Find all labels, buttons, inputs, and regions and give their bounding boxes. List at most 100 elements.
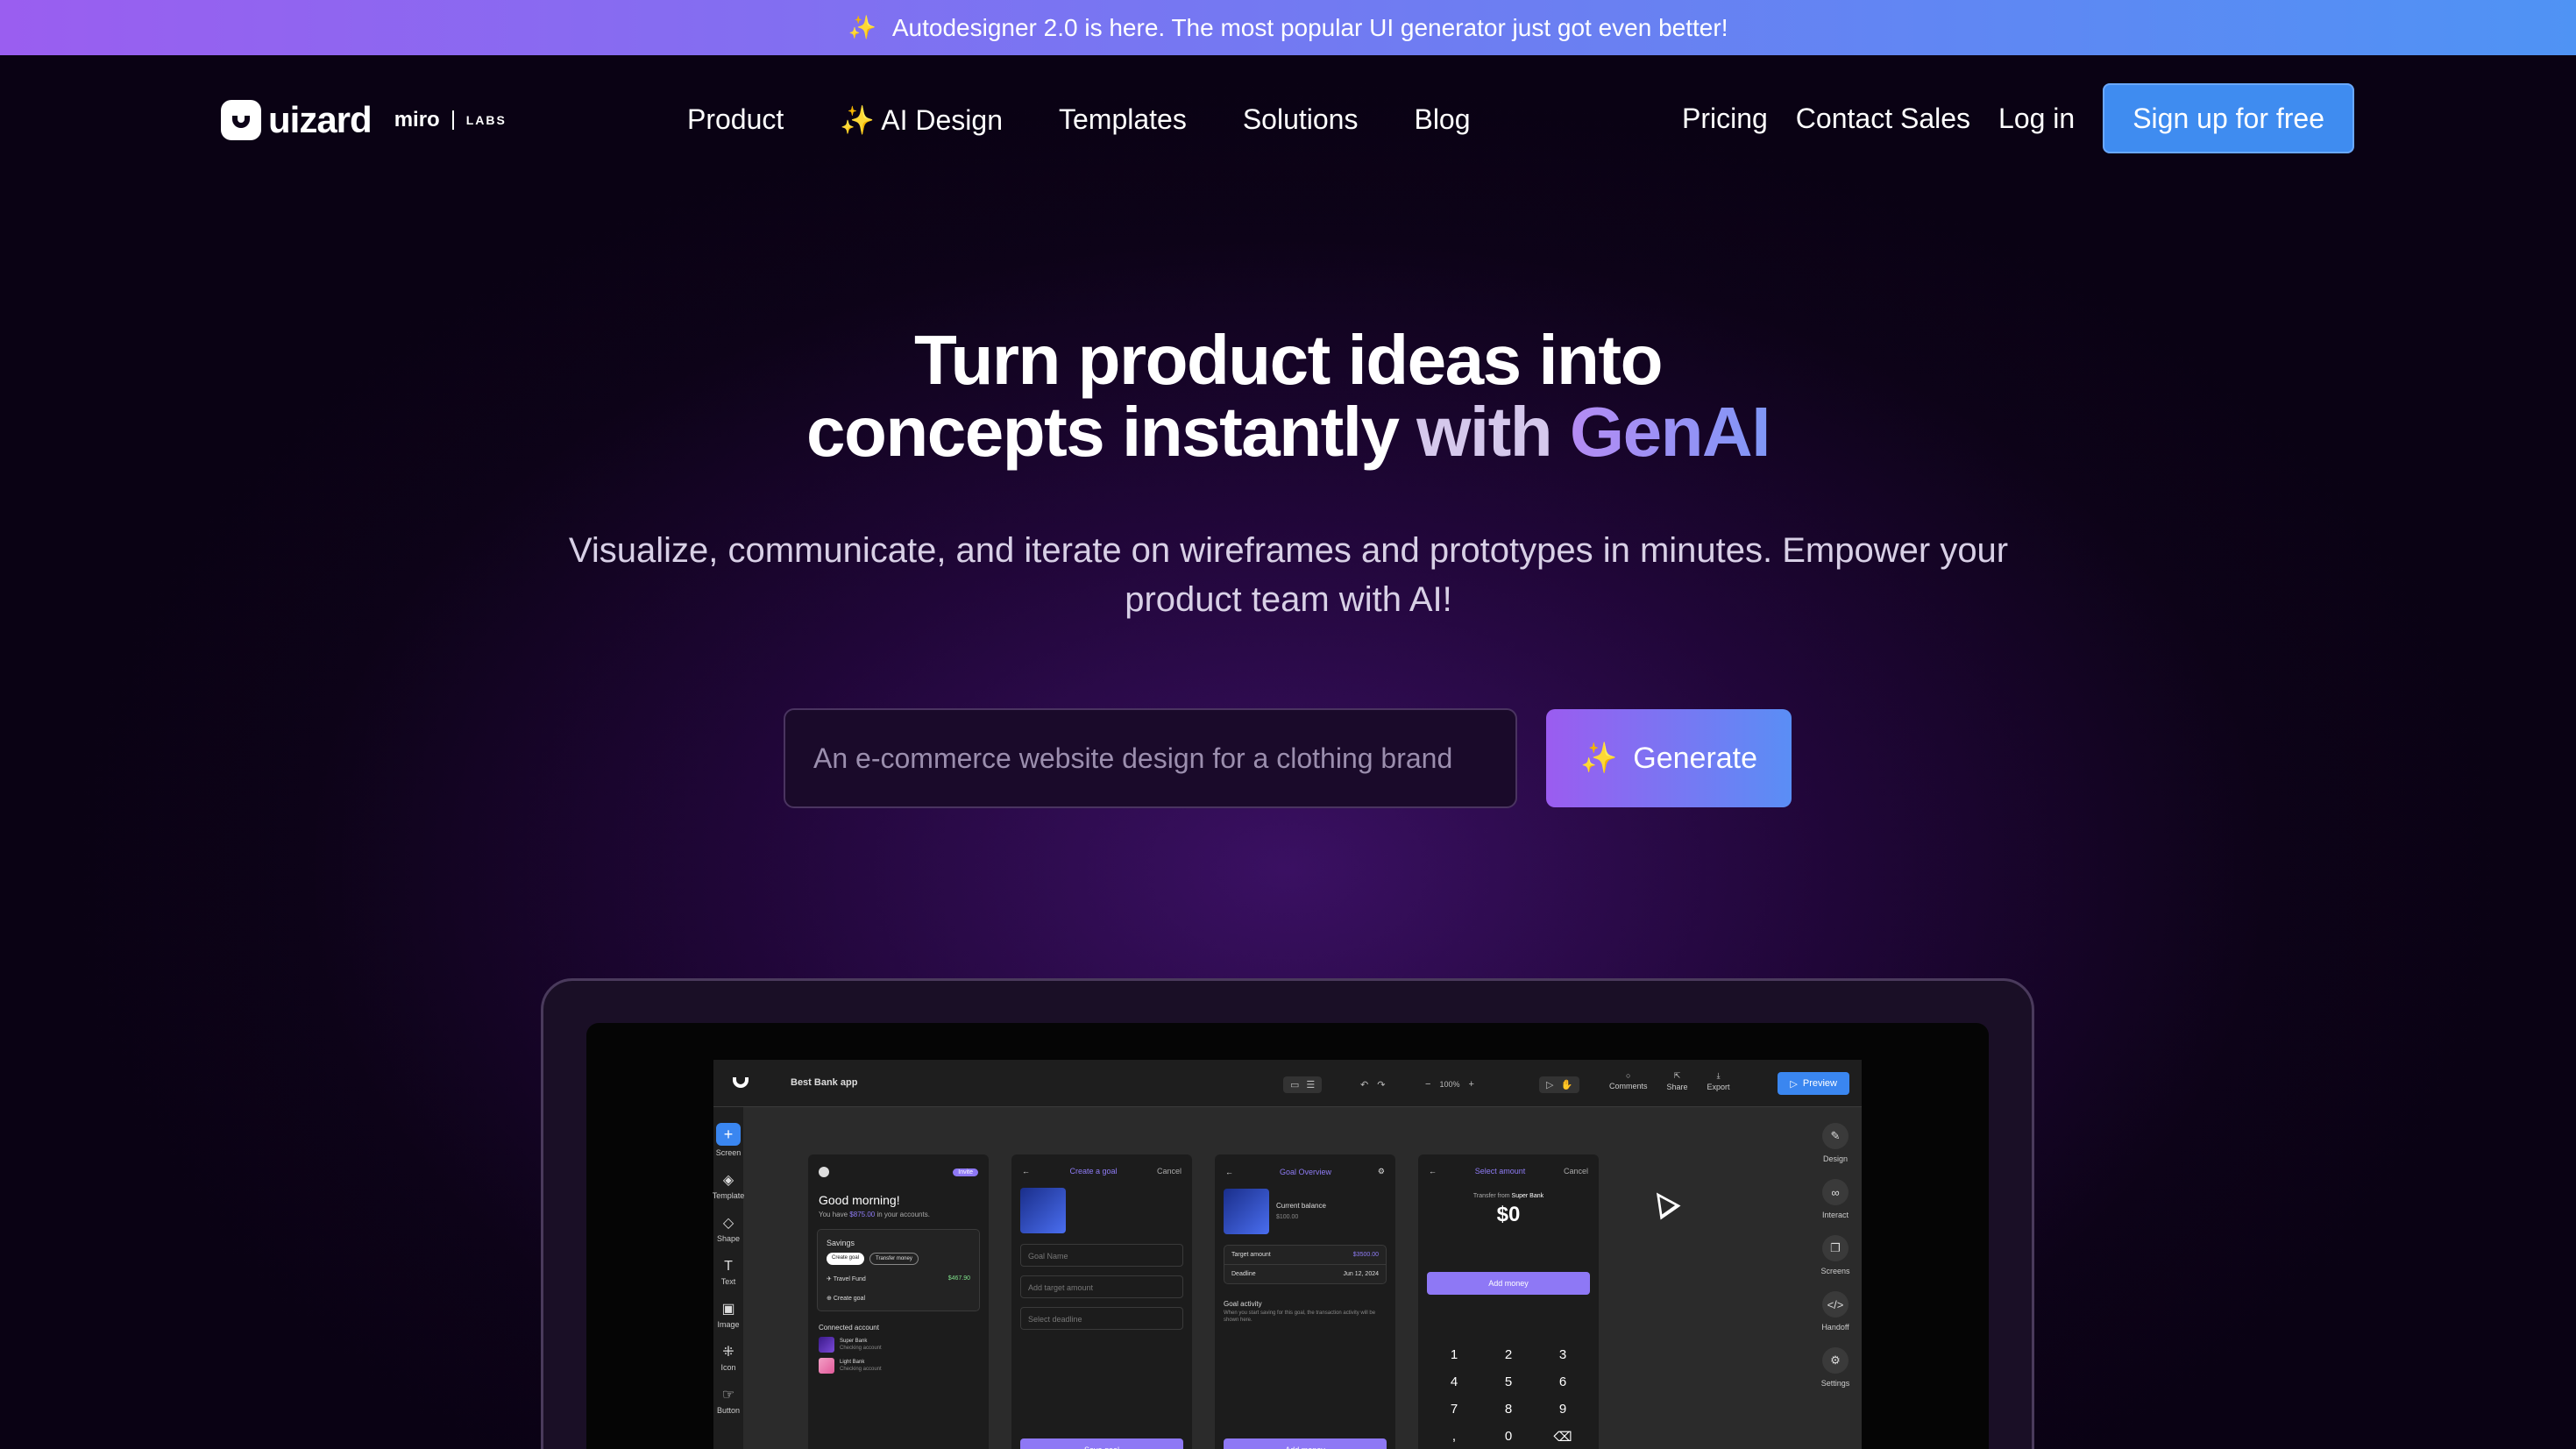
main-nav: Product ✨ AI Design Templates Solutions …	[687, 103, 1471, 137]
add-money-button: Add money	[1224, 1438, 1387, 1449]
plus-icon: +	[716, 1123, 741, 1146]
account-row: Light Bank Checking account	[808, 1354, 989, 1377]
goal-name: Travel Fund	[833, 1276, 866, 1282]
transfer-bank: Super Bank	[1511, 1193, 1544, 1199]
tool-button: ☞ Button	[713, 1388, 743, 1415]
comments-label: Comments	[1609, 1082, 1648, 1090]
hero-title: Turn product ideas into concepts instant…	[0, 324, 2576, 468]
login-link[interactable]: Log in	[1998, 103, 2075, 135]
zoom-in-icon: +	[1468, 1079, 1474, 1090]
nav-ai-design[interactable]: ✨ AI Design	[840, 103, 1003, 137]
keypad-key: 7	[1450, 1402, 1458, 1417]
mockup-screen-goal-overview: ← Goal Overview ⚙ Current balance $100.00…	[1215, 1154, 1395, 1449]
back-arrow-icon: ←	[1225, 1167, 1233, 1176]
bank-logo	[819, 1358, 834, 1374]
number-keypad: 1 2 3 4 5 6 7 8 9 , 0 ⌫	[1427, 1347, 1590, 1445]
share-icon: ⇱	[1673, 1070, 1681, 1080]
play-icon: ▷	[1546, 1079, 1554, 1090]
invite-badge: Invite	[953, 1168, 978, 1176]
pill-create-goal: Create goal	[827, 1253, 865, 1265]
bank-logo	[819, 1337, 834, 1353]
preview-button: ▷ Preview	[1778, 1072, 1849, 1095]
target-amount-field: Add target amount	[1020, 1275, 1183, 1298]
panel-screens: ❐ Screens	[1809, 1235, 1862, 1275]
panel-handoff: </> Handoff	[1809, 1291, 1862, 1332]
share-button: ⇱ Share	[1667, 1071, 1688, 1091]
account-name: Super Bank	[840, 1339, 868, 1344]
editor-preview: Best Bank app ▭ ☰ ↶ ↷ − 100% + ▷ ✋ ○ Comment…	[713, 1060, 1862, 1449]
backspace-icon: ⌫	[1553, 1430, 1572, 1445]
share-label: Share	[1666, 1082, 1688, 1091]
deadline-label: Deadline	[1231, 1271, 1256, 1277]
uizard-logo[interactable]: uizard miro LABS	[221, 99, 507, 141]
balance-prefix: You have	[819, 1211, 850, 1218]
panel-design: ✎ Design	[1809, 1123, 1862, 1163]
nav-solutions[interactable]: Solutions	[1243, 103, 1359, 137]
nav-contact-sales[interactable]: Contact Sales	[1796, 103, 1970, 135]
hero-title-line2a: concepts instantly	[806, 393, 1417, 471]
sparkles-icon: ✨	[848, 14, 876, 40]
deadline-field: Select deadline	[1020, 1307, 1183, 1330]
tool-icon: ⁜ Icon	[713, 1345, 743, 1372]
goal-name-field: Goal Name	[1020, 1244, 1183, 1267]
tool-label: Icon	[720, 1363, 736, 1372]
gear-icon: ⚙	[1822, 1347, 1849, 1374]
shapes-icon: ◇	[722, 1216, 734, 1231]
nav-product[interactable]: Product	[687, 103, 784, 137]
tool-label: Image	[717, 1320, 740, 1329]
target-value: $3500.00	[1352, 1252, 1379, 1258]
transfer-prefix: Transfer from	[1473, 1193, 1512, 1199]
mode-toggle: ▷ ✋	[1539, 1074, 1580, 1095]
nav-blog[interactable]: Blog	[1414, 103, 1470, 137]
add-circle-icon: ⊕	[827, 1296, 832, 1302]
balance-suffix: in your accounts.	[875, 1211, 930, 1218]
prompt-input[interactable]	[784, 708, 1517, 808]
zoom-level: 100%	[1439, 1080, 1460, 1089]
project-name: Best Bank app	[791, 1077, 858, 1088]
zoom-controls: − 100% +	[1425, 1074, 1474, 1095]
top-actions: ○ Comments ⇱ Share ⤓ Export	[1609, 1070, 1730, 1091]
canvas-view-icon: ▭	[1290, 1079, 1300, 1090]
image-icon: ▣	[721, 1302, 735, 1317]
account-type: Checking account	[840, 1367, 882, 1372]
generate-label: Generate	[1633, 741, 1758, 775]
hero-subtitle: Visualize, communicate, and iterate on w…	[568, 531, 2009, 619]
deadline-value: Jun 12, 2024	[1343, 1271, 1379, 1277]
screens-icon: ❐	[1822, 1235, 1849, 1261]
hero-title-line2b: with	[1416, 393, 1570, 471]
comments-button: ○ Comments	[1609, 1071, 1648, 1090]
layers-icon: ◈	[722, 1173, 734, 1188]
sparkles-icon: ✨	[1579, 742, 1618, 775]
announcement-banner[interactable]: ✨ Autodesigner 2.0 is here. The most pop…	[0, 0, 2576, 55]
tool-image: ▣ Image	[713, 1302, 743, 1329]
balance-line: You have $875.00 in your accounts.	[808, 1207, 989, 1218]
keypad-key: 4	[1450, 1374, 1458, 1389]
logo-wordmark: uizard	[268, 99, 373, 140]
header-actions: Pricing Contact Sales Log in Sign up for…	[1682, 83, 2354, 153]
announcement-text[interactable]: Autodesigner 2.0 is here. The most popul…	[892, 14, 1728, 42]
screen-title: Select amount	[1474, 1167, 1526, 1176]
cancel-label: Cancel	[1563, 1167, 1588, 1176]
nav-templates[interactable]: Templates	[1059, 103, 1187, 137]
view-toggle: ▭ ☰	[1283, 1074, 1323, 1095]
screen-title: Create a goal	[1069, 1167, 1118, 1176]
export-icon: ⤓	[1716, 1070, 1721, 1080]
panel-settings: ⚙ Settings	[1809, 1347, 1862, 1388]
panel-label: Interact	[1821, 1211, 1849, 1219]
back-arrow-icon: ←	[1429, 1167, 1437, 1176]
redo-icon: ↷	[1377, 1079, 1386, 1090]
keypad-key: ,	[1451, 1429, 1457, 1444]
nav-pricing[interactable]: Pricing	[1682, 103, 1768, 135]
uizard-logo-icon	[221, 100, 261, 140]
hero-title-genai: GenAI	[1569, 393, 1771, 471]
screen-title: Goal Overview	[1279, 1167, 1331, 1176]
transfer-line: Transfer from Super Bank	[1418, 1176, 1599, 1199]
preview-label: Preview	[1802, 1078, 1837, 1089]
signup-button[interactable]: Sign up for free	[2103, 83, 2354, 153]
target-label: Target amount	[1231, 1252, 1271, 1258]
sparkles-icon: ✨	[840, 104, 876, 136]
account-name: Light Bank	[840, 1360, 865, 1365]
export-button: ⤓ Export	[1707, 1071, 1730, 1091]
generate-button[interactable]: ✨ Generate	[1546, 709, 1792, 807]
history-controls: ↶ ↷	[1360, 1074, 1385, 1095]
